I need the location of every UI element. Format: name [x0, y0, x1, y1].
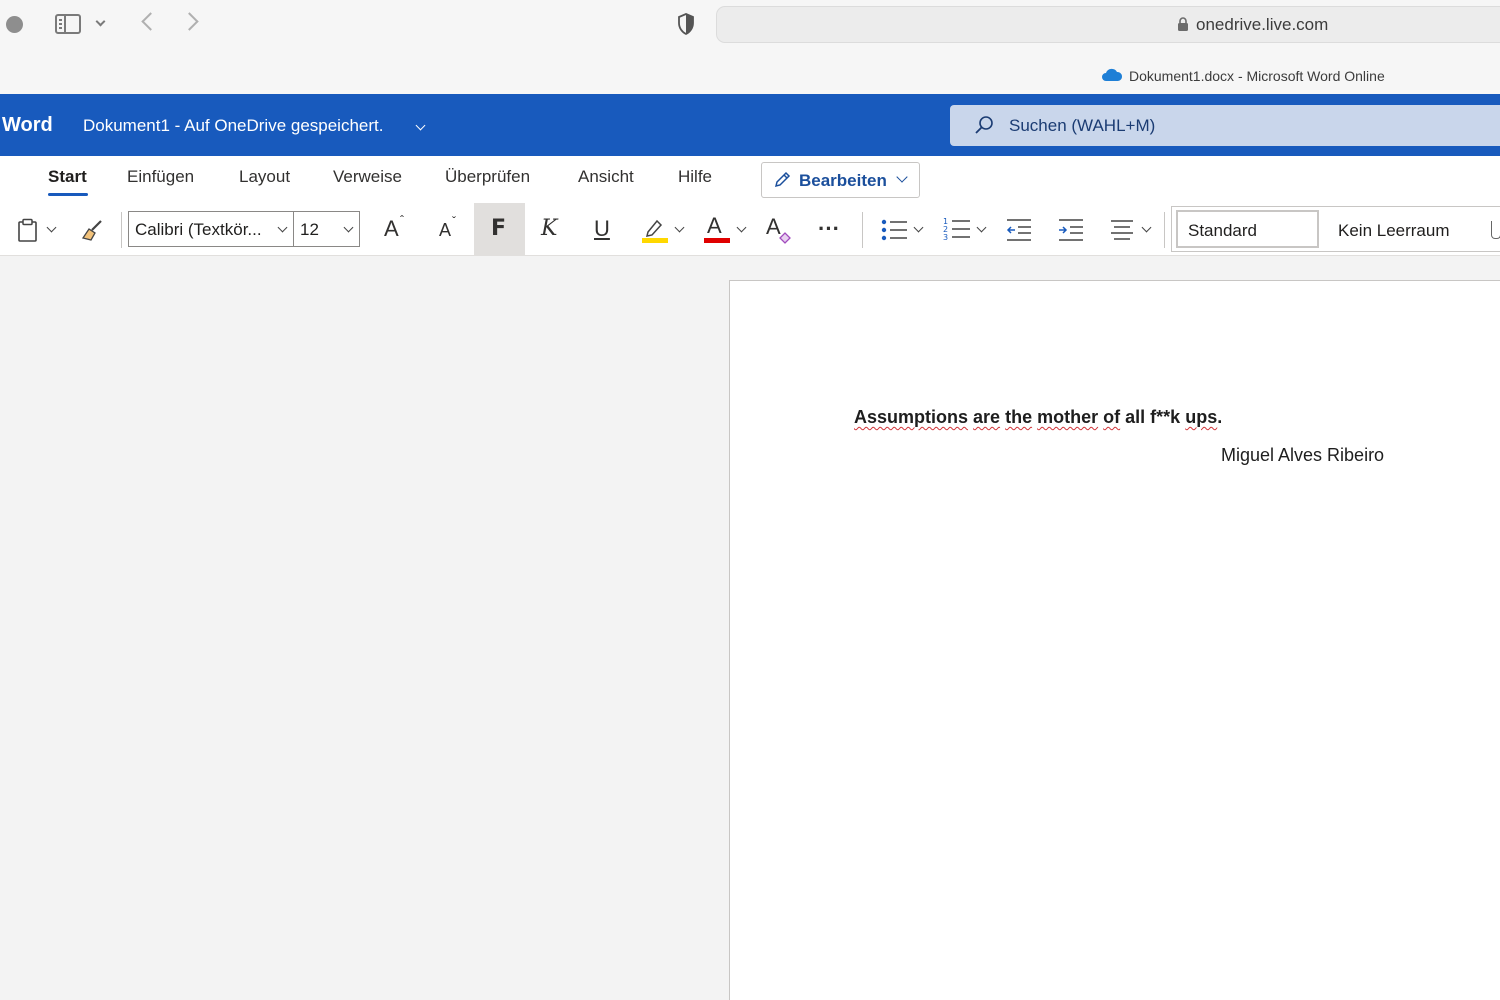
shrink-caret-icon: ˇ	[452, 214, 456, 228]
chevron-down-icon[interactable]	[95, 16, 106, 27]
chevron-down-icon[interactable]	[736, 222, 747, 233]
align-center-icon[interactable]	[1110, 218, 1134, 242]
tab-hilfe[interactable]: Hilfe	[678, 167, 712, 187]
ribbon-separator	[121, 212, 122, 248]
document-canvas: Assumptions are the mother of all f**k u…	[0, 257, 1500, 1000]
document-page[interactable]: Assumptions are the mother of all f**k u…	[729, 280, 1500, 1000]
tab-einfuegen[interactable]: Einfügen	[127, 167, 194, 187]
search-placeholder: Suchen (WAHL+M)	[1009, 116, 1156, 135]
editing-mode-label: Bearbeiten	[799, 171, 887, 190]
pencil-icon	[774, 171, 791, 188]
chevron-down-icon[interactable]	[1141, 222, 1152, 233]
italic-button[interactable]: K	[541, 216, 557, 241]
ribbon-separator	[1164, 212, 1165, 248]
tab-layout[interactable]: Layout	[239, 167, 290, 187]
grow-caret-icon: ˆ	[400, 213, 404, 227]
chevron-down-icon	[277, 222, 288, 233]
forward-arrow-icon[interactable]	[180, 12, 199, 31]
font-name-value: Calibri (Textkör...	[135, 220, 262, 239]
font-size-select[interactable]: 12	[293, 211, 360, 247]
highlight-icon[interactable]	[642, 216, 668, 244]
chevron-down-icon[interactable]	[976, 222, 987, 233]
quote-word: f**k	[1150, 407, 1181, 427]
chevron-down-icon[interactable]	[46, 222, 57, 233]
browser-tab-title[interactable]: Dokument1.docx - Microsoft Word Online	[1129, 68, 1385, 84]
editing-mode-button[interactable]: Bearbeiten	[761, 162, 920, 198]
ribbon: Start Einfügen Layout Verweise Überprüfe…	[0, 156, 1500, 256]
browser-chrome: onedrive.live.com Dokument1.docx - Micro…	[0, 0, 1500, 94]
author-paragraph[interactable]: Miguel Alves Ribeiro	[1221, 445, 1384, 466]
more-options-icon[interactable]: ···	[818, 216, 840, 242]
document-title[interactable]: Dokument1 - Auf OneDrive gespeichert.	[83, 116, 383, 136]
style-kein-leerraum[interactable]: Kein Leerraum	[1338, 221, 1450, 241]
style-standard[interactable]: Standard	[1176, 210, 1319, 248]
eraser-icon	[779, 232, 791, 244]
quote-word: mother	[1037, 407, 1099, 427]
chevron-down-icon[interactable]	[674, 222, 685, 233]
quote-paragraph[interactable]: Assumptions are the mother of all f**k u…	[854, 407, 1222, 428]
search-icon	[975, 116, 993, 134]
word-title-bar: Word Dokument1 - Auf OneDrive gespeicher…	[0, 94, 1500, 156]
quote-word: all	[1125, 407, 1146, 427]
grow-font-icon[interactable]: A	[384, 216, 399, 242]
quote-word: of	[1103, 407, 1121, 427]
address-bar[interactable]	[716, 6, 1500, 43]
search-input[interactable]: Suchen (WAHL+M)	[950, 105, 1500, 146]
back-arrow-icon[interactable]	[141, 12, 160, 31]
quote-word: the	[1005, 407, 1033, 427]
ribbon-separator	[862, 212, 863, 248]
window-close-dot[interactable]	[6, 16, 23, 33]
style-next-partial[interactable]	[1491, 221, 1500, 239]
bold-button[interactable]: F	[474, 203, 525, 255]
tab-ansicht[interactable]: Ansicht	[578, 167, 634, 187]
quote-word: ups	[1185, 407, 1218, 427]
chevron-down-icon	[896, 171, 908, 183]
paste-clipboard-icon[interactable]	[17, 218, 38, 242]
quote-word: Assumptions	[854, 407, 969, 427]
font-name-select[interactable]: Calibri (Textkör...	[128, 211, 294, 247]
tab-ueberpruefen[interactable]: Überprüfen	[445, 167, 530, 187]
tab-verweise[interactable]: Verweise	[333, 167, 402, 187]
quote-end: .	[1217, 407, 1223, 427]
styles-gallery: Standard Kein Leerraum	[1171, 206, 1500, 252]
increase-indent-icon[interactable]	[1058, 218, 1084, 242]
format-painter-icon[interactable]	[80, 218, 104, 242]
privacy-shield-icon[interactable]	[677, 13, 695, 35]
bullet-list-icon[interactable]	[880, 218, 908, 242]
shrink-font-icon[interactable]: A	[439, 220, 451, 241]
sidebar-toggle-icon[interactable]	[55, 14, 81, 34]
onedrive-cloud-icon	[1102, 68, 1123, 81]
chevron-down-icon[interactable]	[913, 222, 924, 233]
decrease-indent-icon[interactable]	[1006, 218, 1032, 242]
font-color-icon[interactable]: A	[707, 213, 722, 239]
lock-icon	[1178, 17, 1188, 31]
active-tab-indicator	[48, 193, 88, 196]
numbered-list-icon[interactable]: 1 2 3	[943, 216, 971, 242]
font-color-swatch	[704, 238, 730, 243]
chevron-down-icon[interactable]	[415, 120, 426, 131]
quote-word: are	[973, 407, 1001, 427]
style-standard-label: Standard	[1188, 221, 1257, 240]
font-size-value: 12	[300, 220, 319, 239]
svg-text:3: 3	[943, 233, 948, 242]
chevron-down-icon	[343, 222, 354, 233]
tab-start[interactable]: Start	[48, 167, 87, 187]
underline-button[interactable]: U	[594, 216, 610, 242]
bold-glyph: F	[491, 216, 507, 241]
app-name[interactable]: Word	[2, 114, 53, 137]
url-text[interactable]: onedrive.live.com	[1196, 15, 1328, 35]
